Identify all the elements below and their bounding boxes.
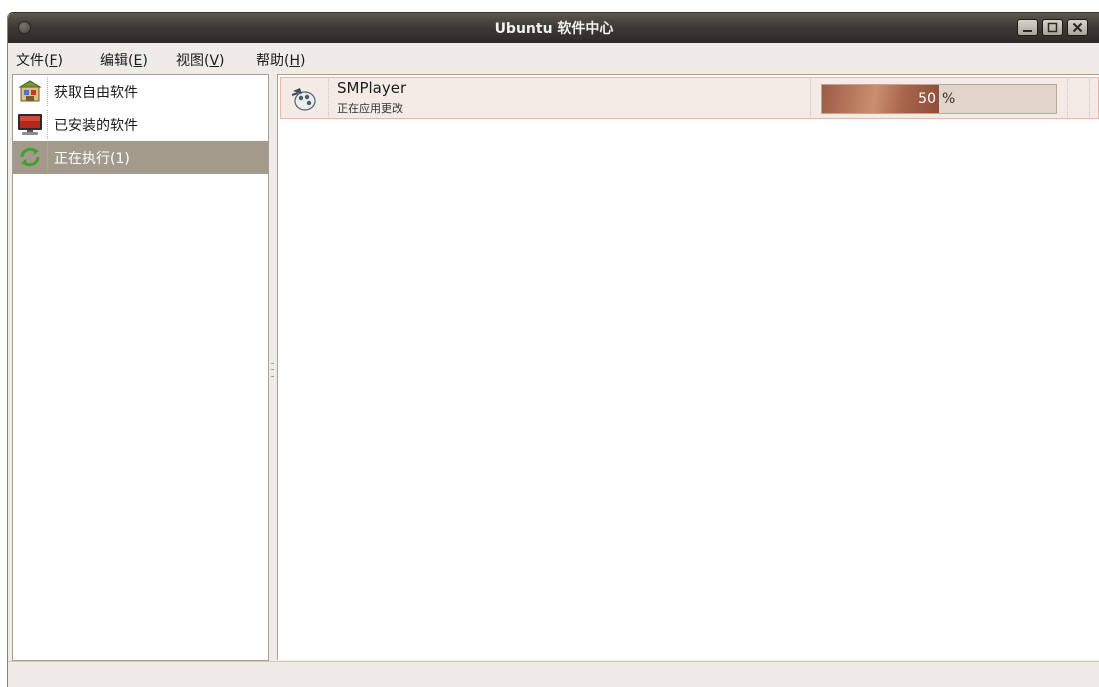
sidebar: 获取自由软件 已安装的软件 正在执行(1) xyxy=(12,74,269,661)
sidebar-item-label: 正在执行(1) xyxy=(54,151,130,167)
column-separator xyxy=(1067,79,1068,117)
list-item[interactable]: SMPlayer 正在应用更改 50 % xyxy=(280,77,1099,119)
software-store-icon xyxy=(18,80,42,102)
package-name: SMPlayer xyxy=(337,79,407,97)
menu-view-suffix: ) xyxy=(219,53,225,69)
column-separator xyxy=(1089,79,1090,117)
menu-help-mnemonic: H xyxy=(289,53,300,69)
menu-view-mnemonic: V xyxy=(209,53,220,69)
sidebar-separator xyxy=(47,110,48,139)
column-separator xyxy=(328,79,329,117)
status-bar xyxy=(8,661,1099,687)
close-icon xyxy=(1072,22,1083,33)
smplayer-icon xyxy=(291,88,316,111)
title-bar[interactable]: Ubuntu 软件中心 xyxy=(8,13,1099,43)
menu-bar: 文件(F) 编辑(E) 视图(V) 帮助(H) xyxy=(8,43,1099,74)
menu-file-suffix: ) xyxy=(57,53,63,69)
app-window: Ubuntu 软件中心 文件(F) 编辑(E) 视图(V) 帮助(H) 获取自由… xyxy=(7,12,1099,687)
sidebar-item-get-software[interactable]: 获取自由软件 xyxy=(13,75,268,108)
menu-file[interactable]: 文件(F) xyxy=(16,50,63,70)
menu-file-label: 文件( xyxy=(16,53,50,69)
sidebar-item-in-progress[interactable]: 正在执行(1) xyxy=(13,141,268,174)
refresh-arrows-icon xyxy=(20,147,40,167)
menu-edit[interactable]: 编辑(E) xyxy=(100,50,148,70)
pending-jobs-list: SMPlayer 正在应用更改 50 % xyxy=(277,74,1099,660)
sidebar-item-installed-software[interactable]: 已安装的软件 xyxy=(13,108,268,141)
menu-help-suffix: ) xyxy=(300,53,306,69)
minimize-icon xyxy=(1023,30,1032,32)
column-separator xyxy=(810,79,811,117)
maximize-button[interactable] xyxy=(1042,19,1063,36)
sidebar-separator xyxy=(47,77,48,106)
maximize-icon xyxy=(1047,22,1058,33)
sidebar-separator xyxy=(47,143,48,172)
job-status-text: 正在应用更改 xyxy=(337,102,403,115)
menu-view-label: 视图( xyxy=(176,53,210,69)
progress-unit: % xyxy=(942,91,956,107)
menu-file-mnemonic: F xyxy=(49,53,58,69)
computer-monitor-icon xyxy=(18,114,42,135)
pane-resize-handle[interactable] xyxy=(271,363,274,377)
progress-value: 50 xyxy=(918,91,936,107)
sidebar-item-label: 获取自由软件 xyxy=(54,85,138,101)
progress-bar: 50 % xyxy=(821,84,1057,114)
menu-edit-suffix: ) xyxy=(142,53,148,69)
close-button[interactable] xyxy=(1067,19,1088,36)
menu-help-label: 帮助( xyxy=(256,53,290,69)
sidebar-item-label: 已安装的软件 xyxy=(54,118,138,134)
window-title: Ubuntu 软件中心 xyxy=(494,21,614,37)
menu-edit-label: 编辑( xyxy=(100,53,134,69)
minimize-button[interactable] xyxy=(1017,19,1038,36)
menu-help[interactable]: 帮助(H) xyxy=(256,50,305,70)
menu-edit-mnemonic: E xyxy=(133,53,143,69)
menu-view[interactable]: 视图(V) xyxy=(176,50,225,70)
